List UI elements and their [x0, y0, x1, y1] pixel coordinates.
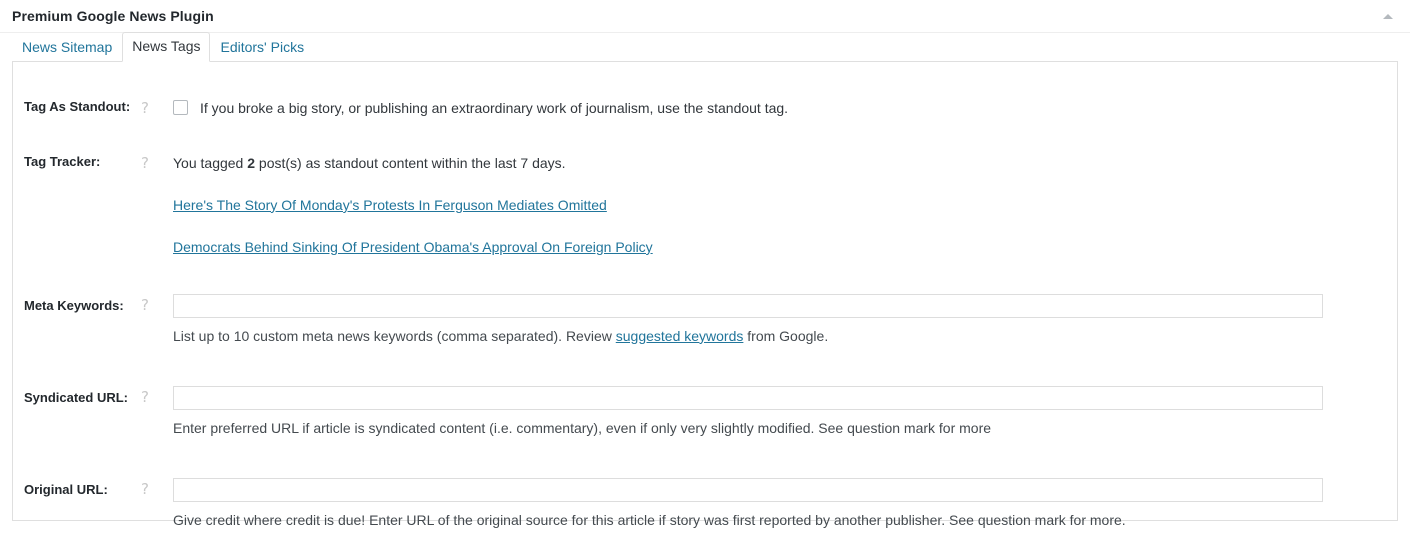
tab-editors-picks[interactable]: Editors' Picks	[210, 33, 314, 61]
field-body-syndicated-url: Enter preferred URL if article is syndic…	[173, 385, 1397, 438]
field-row-meta-keywords: Meta Keywords: ? List up to 10 custom me…	[13, 257, 1397, 346]
news-tags-panel: Tag As Standout: ? If you broke a big st…	[12, 61, 1398, 528]
label-syndicated-url: Syndicated URL:	[24, 389, 129, 405]
help-question-icon-original-url[interactable]: ?	[141, 478, 173, 498]
meta-keywords-desc-before: List up to 10 custom meta news keywords …	[173, 327, 616, 344]
tab-bar: News Sitemap News Tags Editors' Picks	[0, 32, 1410, 62]
tab-news-tags[interactable]: News Tags	[122, 32, 211, 62]
meta-keywords-description: List up to 10 custom meta news keywords …	[173, 327, 1387, 346]
tracker-summary-prefix: You tagged	[173, 154, 248, 171]
standout-checkbox-label: If you broke a big story, or publishing …	[200, 100, 789, 116]
label-tag-as-standout: Tag As Standout:	[24, 99, 131, 114]
help-question-icon-syndicated-url[interactable]: ?	[141, 386, 173, 406]
field-body-meta-keywords: List up to 10 custom meta news keywords …	[173, 293, 1397, 346]
caret-up-glyph	[1383, 13, 1393, 19]
tracker-summary: You tagged 2 post(s) as standout content…	[173, 154, 1387, 173]
original-url-description: Give credit where credit is due! Enter U…	[173, 511, 1126, 528]
label-original-url: Original URL:	[24, 481, 108, 497]
caret-up-icon[interactable]	[1376, 4, 1400, 28]
premium-google-news-metabox: Premium Google News Plugin News Sitemap …	[0, 0, 1410, 528]
label-meta-keywords: Meta Keywords:	[24, 297, 124, 313]
tab-news-sitemap[interactable]: News Sitemap	[12, 33, 122, 61]
field-row-tag-tracker: Tag Tracker: ? You tagged 2 post(s) as s…	[13, 118, 1397, 257]
field-row-tag-as-standout: Tag As Standout: ? If you broke a big st…	[13, 62, 1397, 118]
syndicated-url-input[interactable]	[173, 385, 1323, 410]
field-body-original-url: Give credit where credit is due! Enter U…	[173, 477, 1397, 530]
suggested-keywords-link[interactable]: suggested keywords	[616, 328, 744, 344]
tracker-summary-suffix: post(s) as standout content within the l…	[255, 154, 566, 171]
original-url-input[interactable]	[173, 477, 1323, 502]
syndicated-url-description: Enter preferred URL if article is syndic…	[173, 419, 992, 436]
meta-keywords-input[interactable]	[173, 293, 1323, 318]
metabox-header: Premium Google News Plugin	[0, 0, 1410, 33]
tracker-post-link-1[interactable]: Here's The Story Of Monday's Protests In…	[173, 196, 607, 214]
field-body-tag-as-standout: If you broke a big story, or publishing …	[173, 99, 1397, 118]
standout-checkbox-line: If you broke a big story, or publishing …	[173, 99, 1387, 118]
tracker-post-link-2[interactable]: Democrats Behind Sinking Of President Ob…	[173, 238, 653, 256]
field-row-original-url: Original URL: ? Give credit where credit…	[13, 438, 1397, 530]
field-row-syndicated-url: Syndicated URL: ? Enter preferred URL if…	[13, 346, 1397, 438]
page-title: Premium Google News Plugin	[12, 8, 214, 24]
meta-keywords-desc-after: from Google.	[743, 327, 829, 344]
field-body-tag-tracker: You tagged 2 post(s) as standout content…	[173, 154, 1397, 257]
help-question-icon-meta-keywords[interactable]: ?	[141, 294, 173, 314]
help-question-icon-tracker[interactable]: ?	[141, 154, 173, 172]
label-tag-tracker: Tag Tracker:	[24, 153, 101, 169]
standout-checkbox[interactable]	[173, 100, 188, 115]
tracker-count: 2	[247, 154, 256, 171]
help-question-icon-standout[interactable]: ?	[141, 99, 173, 117]
